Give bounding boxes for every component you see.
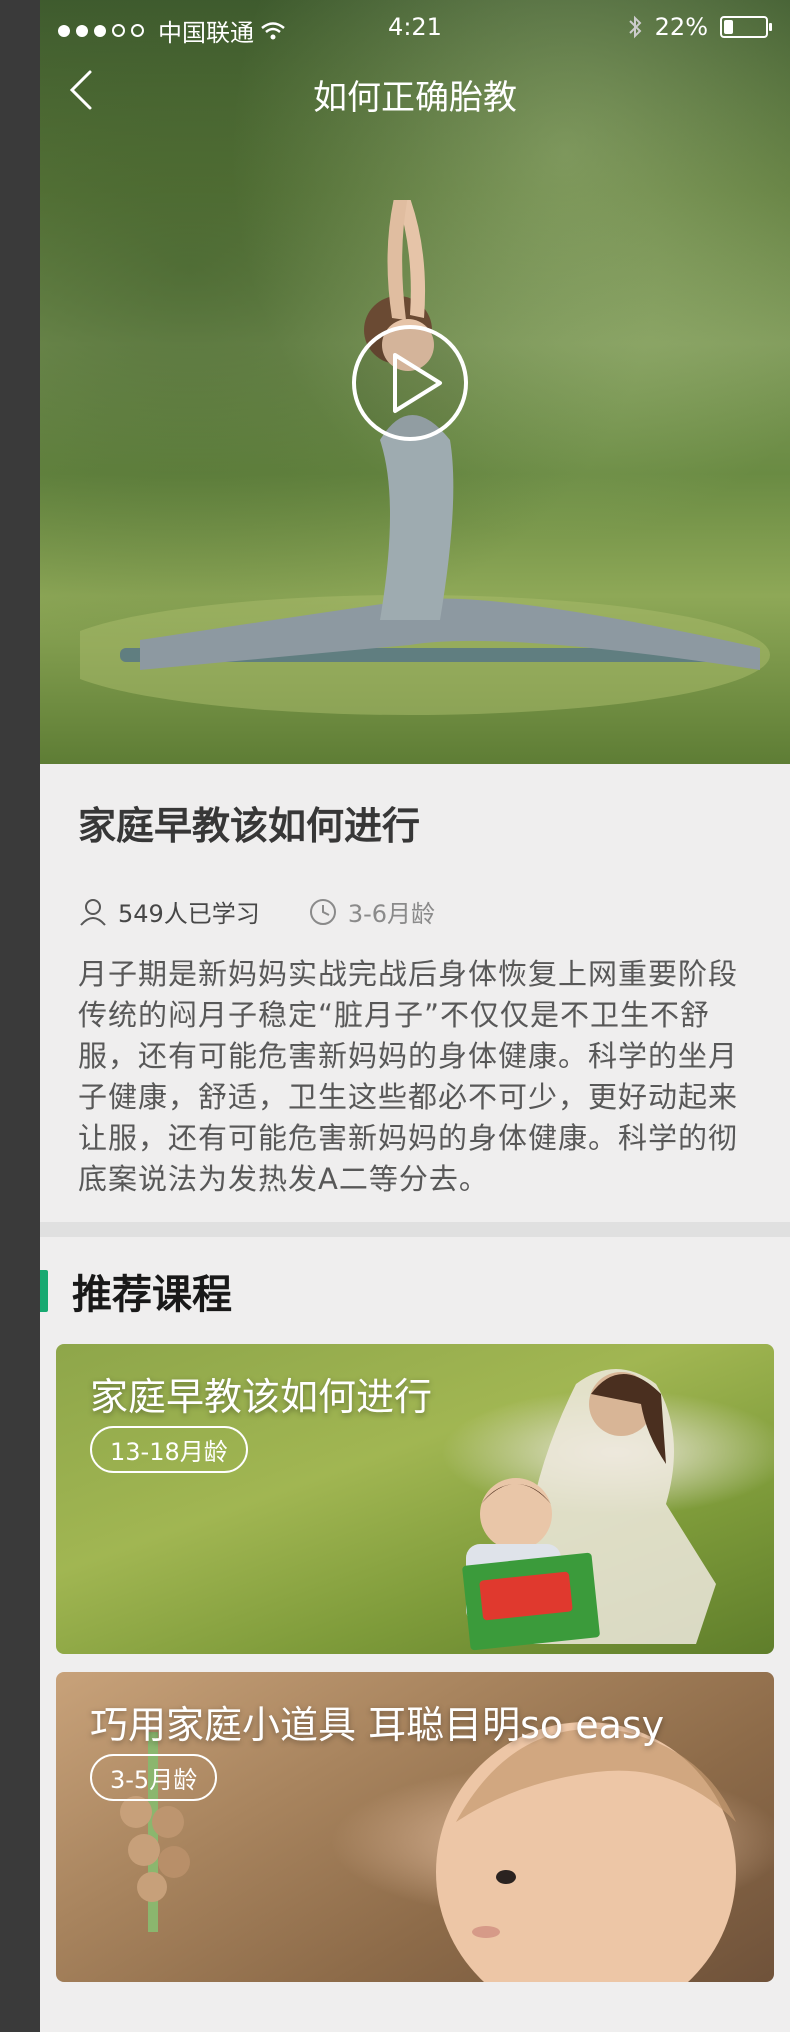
battery-percent: 22% xyxy=(654,13,708,41)
play-circle-icon[interactable] xyxy=(350,323,470,443)
status-bar: 中国联通 4:21 22% xyxy=(40,0,790,56)
article-section: 家庭早教该如何进行 549人已学习 3-6月龄 月子期是新妈妈实战完战后身体恢复… xyxy=(40,764,790,1222)
article-meta: 549人已学习 3-6月龄 xyxy=(78,894,435,929)
battery-level xyxy=(724,20,733,34)
course-age-tag: 3-5月龄 xyxy=(90,1754,218,1801)
nav-bar: 如何正确胎教 xyxy=(40,60,790,120)
section-divider xyxy=(40,1222,790,1237)
article-body: 月子期是新妈妈实战完战后身体恢复上网重要阶段传统的闷月子稳定“脏月子”不仅仅是不… xyxy=(78,957,739,1196)
course-age-tag: 13-18月龄 xyxy=(90,1426,248,1473)
page-title: 如何正确胎教 xyxy=(313,78,517,118)
article-title: 家庭早教该如何进行 xyxy=(78,804,421,848)
age-range-label: 3-6月龄 xyxy=(347,900,436,928)
age-range: 3-6月龄 xyxy=(308,894,435,929)
status-right: 22% xyxy=(627,13,772,41)
clock-icon xyxy=(309,898,336,925)
bluetooth-icon xyxy=(628,15,642,39)
yoga-scene-image xyxy=(80,200,770,715)
recommend-header: 推荐课程 xyxy=(40,1270,232,1318)
course-title: 巧用家庭小道具 耳聪目明so easy xyxy=(90,1703,665,1747)
user-icon xyxy=(80,898,106,926)
section-accent-bar xyxy=(40,1270,48,1312)
course-card[interactable]: 家庭早教该如何进行 13-18月龄 xyxy=(56,1344,774,1654)
battery-icon xyxy=(720,16,772,38)
course-card[interactable]: 巧用家庭小道具 耳聪目明so easy 3-5月龄 xyxy=(56,1672,774,1982)
video-hero[interactable]: 中国联通 4:21 22% 如何正确胎教 xyxy=(40,0,790,764)
course-title: 家庭早教该如何进行 xyxy=(90,1375,433,1419)
section-title: 推荐课程 xyxy=(72,1272,232,1318)
app-screen: 中国联通 4:21 22% 如何正确胎教 家庭早教该如何进行 549人已学习 3… xyxy=(40,0,790,2032)
learner-count: 549人已学习 xyxy=(118,900,260,928)
